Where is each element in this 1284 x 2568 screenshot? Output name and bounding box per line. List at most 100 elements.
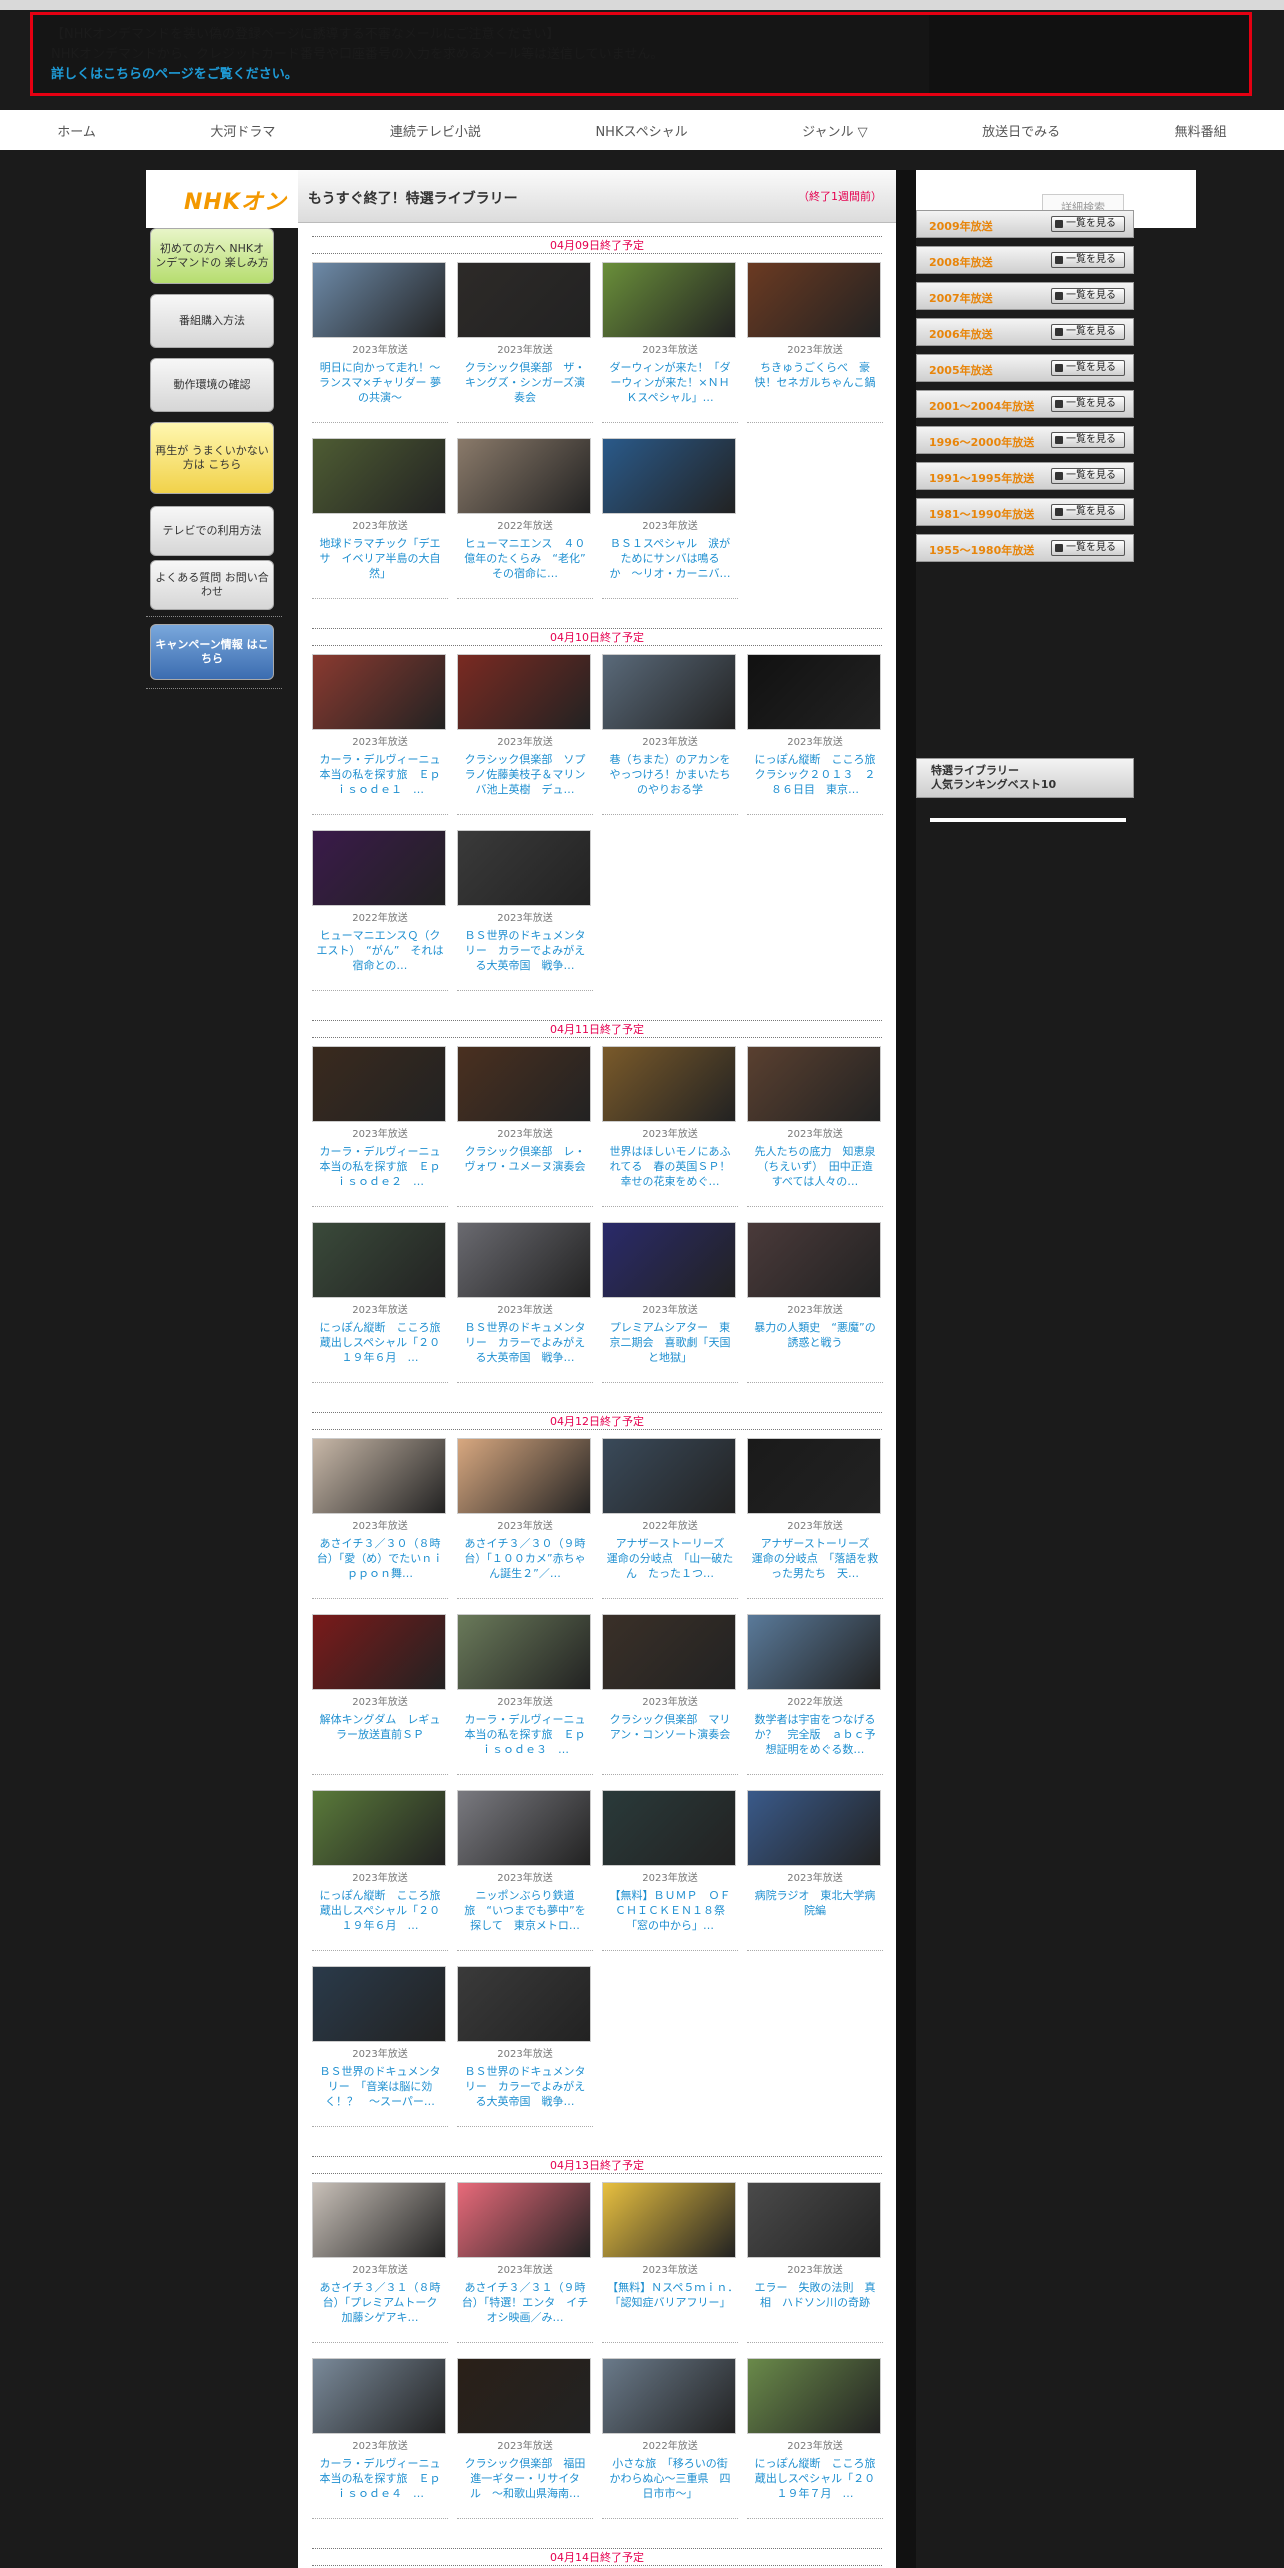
program-title-link[interactable]: あさイチ３／３１（９時台）「特選！エンタ イチオシ映画／み… [457,2280,593,2326]
program-thumbnail[interactable] [602,262,736,338]
program-card[interactable]: 2022年放送 ヒューマニエンス ４０億年のたくらみ “老化” その宿命に… [457,438,593,608]
program-thumbnail[interactable] [747,654,881,730]
program-thumbnail[interactable] [747,1438,881,1514]
faq-contact-button[interactable]: よくある質問 お問い合わせ [150,560,274,610]
program-card[interactable]: 2023年放送 ＢＳ１スペシャル 涙がためにサンバは鳴るか 〜リオ・カーニバ… [602,438,738,608]
program-title-link[interactable]: ＢＳ世界のドキュメンタリー 「音楽は脳に効く！？ 〜スーパー… [312,2064,448,2110]
program-thumbnail[interactable] [312,1614,446,1690]
program-title-link[interactable]: にっぽん縦断 こころ旅 クラシック２０１３ ２８６日目 東京… [747,752,884,798]
program-thumbnail[interactable] [457,2358,591,2434]
program-title-link[interactable]: ＢＳ世界のドキュメンタリー カラーでよみがえる大英帝国 戦争… [457,2064,593,2110]
program-card[interactable]: 2023年放送 暴力の人類史 “悪魔”の誘惑と戦う [747,1222,883,1392]
program-card[interactable]: 2023年放送 あさイチ３／３１（９時台）「特選！エンタ イチオシ映画／み… [457,2182,593,2352]
playback-help-button[interactable]: 再生が うまくいかない方は こちら [150,422,274,494]
program-card[interactable]: 2023年放送 にっぽん縦断 こころ旅 クラシック２０１３ ２８６日目 東京… [747,654,883,824]
program-thumbnail[interactable] [312,262,446,338]
program-card[interactable]: 2023年放送 ＢＳ世界のドキュメンタリー カラーでよみがえる大英帝国 戦争… [457,1966,593,2136]
ranking-banner[interactable]: 特選ライブラリー 人気ランキングベスト10 [916,758,1134,798]
program-card[interactable]: 2023年放送 アナザーストーリーズ 運命の分岐点 「落語を救った男たち 天… [747,1438,883,1608]
program-thumbnail[interactable] [312,1790,446,1866]
program-title-link[interactable]: ヒューマニエンス ４０億年のたくらみ “老化” その宿命に… [457,536,593,582]
nav-genre[interactable]: ジャンル ▽ [802,121,867,140]
program-title-link[interactable]: クラシック倶楽部 ザ・キングズ・シンガーズ演奏会 [457,360,593,406]
view-list-button[interactable]: 一覧を見る [1051,540,1125,556]
nav-by-date[interactable]: 放送日でみる [982,121,1060,140]
program-thumbnail[interactable] [312,438,446,514]
program-title-link[interactable]: 地球ドラマチック「デエサ イベリア半島の大自然」 [312,536,448,582]
guide-button[interactable]: 初めての方へ NHKオンデマンドの 楽しみ方 [150,228,274,284]
program-card[interactable]: 2023年放送 世界はほしいモノにあふれてる 春の英国ＳＰ！幸せの花束をめぐ… [602,1046,738,1216]
nhk-logo[interactable]: NHKオン [184,184,287,216]
program-title-link[interactable]: 先人たちの底力 知恵泉（ちえいず） 田中正造 すべては人々の… [747,1144,884,1190]
program-title-link[interactable]: 解体キングダム レギュラー放送直前ＳＰ [312,1712,448,1758]
program-title-link[interactable]: 暴力の人類史 “悪魔”の誘惑と戦う [747,1320,883,1366]
program-card[interactable]: 2023年放送 ＢＳ世界のドキュメンタリー 「音楽は脳に効く！？ 〜スーパー… [312,1966,448,2136]
program-title-link[interactable]: プレミアムシアター 東京二期会 喜歌劇「天国と地獄」 [602,1320,738,1366]
program-title-link[interactable]: ＢＳ世界のドキュメンタリー カラーでよみがえる大英帝国 戦争… [457,928,593,974]
program-card[interactable]: 2023年放送 カーラ・デルヴィーニュ 本当の私を探す旅 Ｅｐｉｓｏｄｅ１ … [312,654,448,824]
program-title-link[interactable]: カーラ・デルヴィーニュ 本当の私を探す旅 Ｅｐｉｓｏｄｅ１ … [312,752,448,798]
year-filter-2[interactable]: 2007年放送 一覧を見る [916,282,1134,310]
program-title-link[interactable]: ＢＳ世界のドキュメンタリー カラーでよみがえる大英帝国 戦争… [457,1320,593,1366]
program-title-link[interactable]: クラシック倶楽部 マリアン・コンソート演奏会 [602,1712,738,1758]
program-card[interactable]: 2023年放送 ＢＳ世界のドキュメンタリー カラーでよみがえる大英帝国 戦争… [457,830,593,1000]
program-thumbnail[interactable] [747,1222,881,1298]
program-thumbnail[interactable] [312,1438,446,1514]
program-thumbnail[interactable] [457,262,591,338]
program-thumbnail[interactable] [312,1222,446,1298]
program-card[interactable]: 2023年放送 クラシック倶楽部 ソプラノ佐藤美枝子＆マリンバ池上英樹 デュ… [457,654,593,824]
program-card[interactable]: 2023年放送 【無料】ＢＵＭＰ ＯＦ ＣＨＩＣＫＥＮ１８祭 「窓の中から」… [602,1790,738,1960]
program-title-link[interactable]: 数学者は宇宙をつなげるか？ 完全版 ａｂｃ予想証明をめぐる数… [747,1712,883,1758]
program-title-link[interactable]: カーラ・デルヴィーニュ 本当の私を探す旅 Ｅｐｉｓｏｄｅ３ … [457,1712,593,1758]
program-thumbnail[interactable] [457,2182,591,2258]
program-thumbnail[interactable] [602,1790,736,1866]
program-card[interactable]: 2022年放送 アナザーストーリーズ 運命の分岐点 「山一破たん たった１つ… [602,1438,738,1608]
program-thumbnail[interactable] [312,1966,446,2042]
program-thumbnail[interactable] [602,1438,736,1514]
view-list-button[interactable]: 一覧を見る [1051,324,1125,340]
program-card[interactable]: 2022年放送 ヒューマニエンスＱ（クエスト） “がん” それは宿命との… [312,830,448,1000]
program-thumbnail[interactable] [747,1046,881,1122]
program-card[interactable]: 2023年放送 クラシック倶楽部 マリアン・コンソート演奏会 [602,1614,738,1784]
program-card[interactable]: 2023年放送 カーラ・デルヴィーニュ 本当の私を探す旅 Ｅｐｉｓｏｄｅ４ … [312,2358,448,2528]
program-title-link[interactable]: クラシック倶楽部 福田進一ギター・リサイタル 〜和歌山県海南… [457,2456,593,2502]
program-card[interactable]: 2023年放送 あさイチ３／３１（８時台）「プレミアムトーク 加藤シゲアキ… [312,2182,448,2352]
nav-asadora[interactable]: 連続テレビ小説 [390,121,481,140]
program-title-link[interactable]: 巷（ちまた）のアカンをやっつけろ！かまいたちのやりおる学 [602,752,738,798]
program-card[interactable]: 2023年放送 あさイチ３／３０（９時台）「１００カメ”赤ちゃん誕生２”／… [457,1438,593,1608]
view-list-button[interactable]: 一覧を見る [1051,396,1125,412]
nav-taiga-drama[interactable]: 大河ドラマ [210,121,275,140]
view-list-button[interactable]: 一覧を見る [1051,216,1125,232]
program-title-link[interactable]: 小さな旅 「移ろいの街 かわらぬ心〜三重県 四日市市〜」 [602,2456,739,2502]
view-list-button[interactable]: 一覧を見る [1051,288,1125,304]
campaign-button[interactable]: キャンペーン情報 はこちら [150,624,274,680]
program-title-link[interactable]: ちきゅうごくらべ 豪快！セネガルちゃんこ鍋 [747,360,883,406]
program-thumbnail[interactable] [747,262,881,338]
program-card[interactable]: 2023年放送 にっぽん縦断 こころ旅 蔵出しスペシャル「２０１９年６月 … [312,1222,448,1392]
program-card[interactable]: 2023年放送 解体キングダム レギュラー放送直前ＳＰ [312,1614,448,1784]
program-card[interactable]: 2023年放送 【無料】Ｎスペ５ｍｉｎ． 「認知症バリアフリー」 [602,2182,738,2352]
program-title-link[interactable]: カーラ・デルヴィーニュ 本当の私を探す旅 Ｅｐｉｓｏｄｅ４ … [312,2456,448,2502]
program-thumbnail[interactable] [602,2182,736,2258]
program-card[interactable]: 2023年放送 巷（ちまた）のアカンをやっつけろ！かまいたちのやりおる学 [602,654,738,824]
program-thumbnail[interactable] [312,2358,446,2434]
program-card[interactable]: 2023年放送 明日に向かって走れ！〜ランスマ×チャリダー 夢の共演〜 [312,262,448,432]
program-title-link[interactable]: にっぽん縦断 こころ旅 蔵出しスペシャル「２０１９年６月 … [312,1888,449,1934]
year-filter-6[interactable]: 1996〜2000年放送 一覧を見る [916,426,1134,454]
program-thumbnail[interactable] [457,1614,591,1690]
tv-usage-button[interactable]: テレビでの利用方法 [150,506,274,556]
year-filter-9[interactable]: 1955〜1980年放送 一覧を見る [916,534,1134,562]
year-filter-4[interactable]: 2005年放送 一覧を見る [916,354,1134,382]
program-card[interactable]: 2023年放送 エラー 失敗の法則 真相 ハドソン川の奇跡 [747,2182,883,2352]
program-card[interactable]: 2022年放送 小さな旅 「移ろいの街 かわらぬ心〜三重県 四日市市〜」 [602,2358,738,2528]
program-thumbnail[interactable] [602,1222,736,1298]
program-title-link[interactable]: 【無料】ＢＵＭＰ ＯＦ ＣＨＩＣＫＥＮ１８祭 「窓の中から」… [602,1888,739,1934]
program-title-link[interactable]: 明日に向かって走れ！〜ランスマ×チャリダー 夢の共演〜 [312,360,448,406]
program-thumbnail[interactable] [747,2182,881,2258]
view-list-button[interactable]: 一覧を見る [1051,468,1125,484]
program-thumbnail[interactable] [602,2358,736,2434]
program-thumbnail[interactable] [747,1614,881,1690]
program-card[interactable]: 2023年放送 プレミアムシアター 東京二期会 喜歌劇「天国と地獄」 [602,1222,738,1392]
program-title-link[interactable]: 病院ラジオ 東北大学病院編 [747,1888,883,1934]
program-card[interactable]: 2023年放送 カーラ・デルヴィーニュ 本当の私を探す旅 Ｅｐｉｓｏｄｅ３ … [457,1614,593,1784]
